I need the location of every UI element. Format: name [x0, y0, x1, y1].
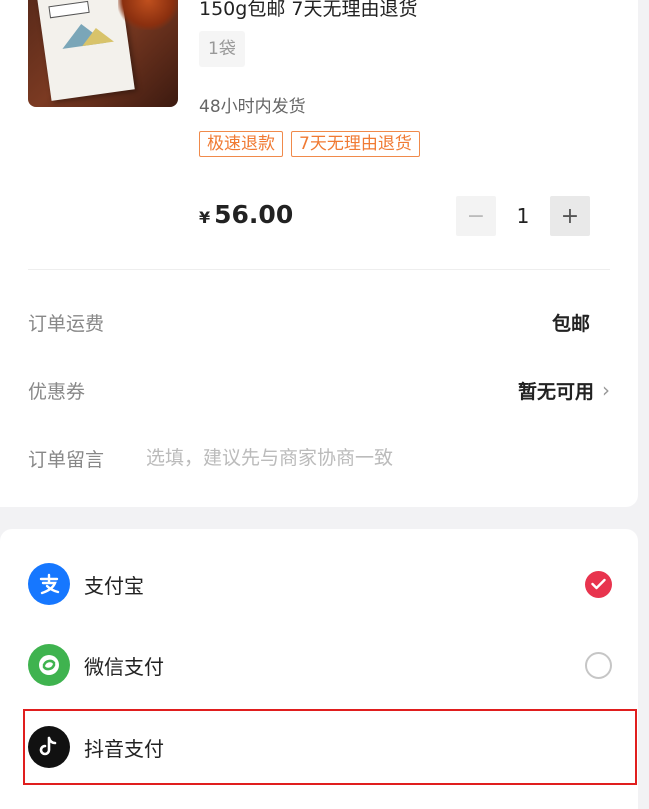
increase-quantity-button[interactable]: + [550, 196, 590, 236]
product-image[interactable] [28, 0, 178, 107]
memo-label: 订单留言 [28, 448, 105, 471]
freight-row: 订单运费 包邮 [28, 302, 610, 342]
divider [28, 269, 610, 270]
tag-7day-return: 7天无理由退货 [291, 131, 420, 157]
tag-fast-refund: 极速退款 [199, 131, 283, 157]
service-tags: 极速退款 7天无理由退货 [199, 131, 420, 157]
wechat-label: 微信支付 [84, 654, 164, 679]
alipay-label: 支付宝 [84, 573, 144, 598]
currency-symbol: ¥ [199, 208, 211, 227]
freight-value: 包邮 [551, 312, 590, 335]
quantity-stepper: − 1 + [456, 196, 590, 236]
price-value: 56.00 [214, 200, 294, 229]
product-price: ¥56.00 [199, 200, 293, 229]
wechat-pay-icon [28, 644, 70, 686]
coupon-selector[interactable]: 暂无可用 › [518, 377, 610, 404]
coupon-value: 暂无可用 [517, 380, 594, 403]
shipping-time: 48小时内发货 [199, 97, 306, 117]
product-spec[interactable]: 1袋 [199, 31, 245, 67]
coupon-row[interactable]: 优惠券 暂无可用 › [28, 370, 610, 410]
memo-input[interactable] [146, 447, 567, 469]
decrease-quantity-button[interactable]: − [456, 196, 496, 236]
order-card: 150g包邮 7天无理由退货 1袋 48小时内发货 极速退款 7天无理由退货 ¥… [0, 0, 638, 507]
coupon-label: 优惠券 [28, 380, 86, 403]
checkmark-icon [591, 578, 606, 590]
quantity-value: 1 [516, 204, 530, 228]
payment-option-wechat[interactable]: 微信支付 [28, 643, 612, 687]
tea-cup [118, 0, 178, 30]
payment-option-alipay[interactable]: 支付宝 [28, 562, 612, 606]
freight-label: 订单运费 [28, 312, 105, 335]
alipay-radio-checked[interactable] [585, 570, 612, 598]
alipay-icon [28, 563, 70, 605]
douyin-highlight-box [23, 709, 637, 785]
chevron-right-icon: › [602, 378, 610, 402]
wechat-radio[interactable] [585, 651, 612, 679]
memo-row: 订单留言 [28, 438, 610, 478]
product-title: 150g包邮 7天无理由退货 [199, 0, 418, 20]
